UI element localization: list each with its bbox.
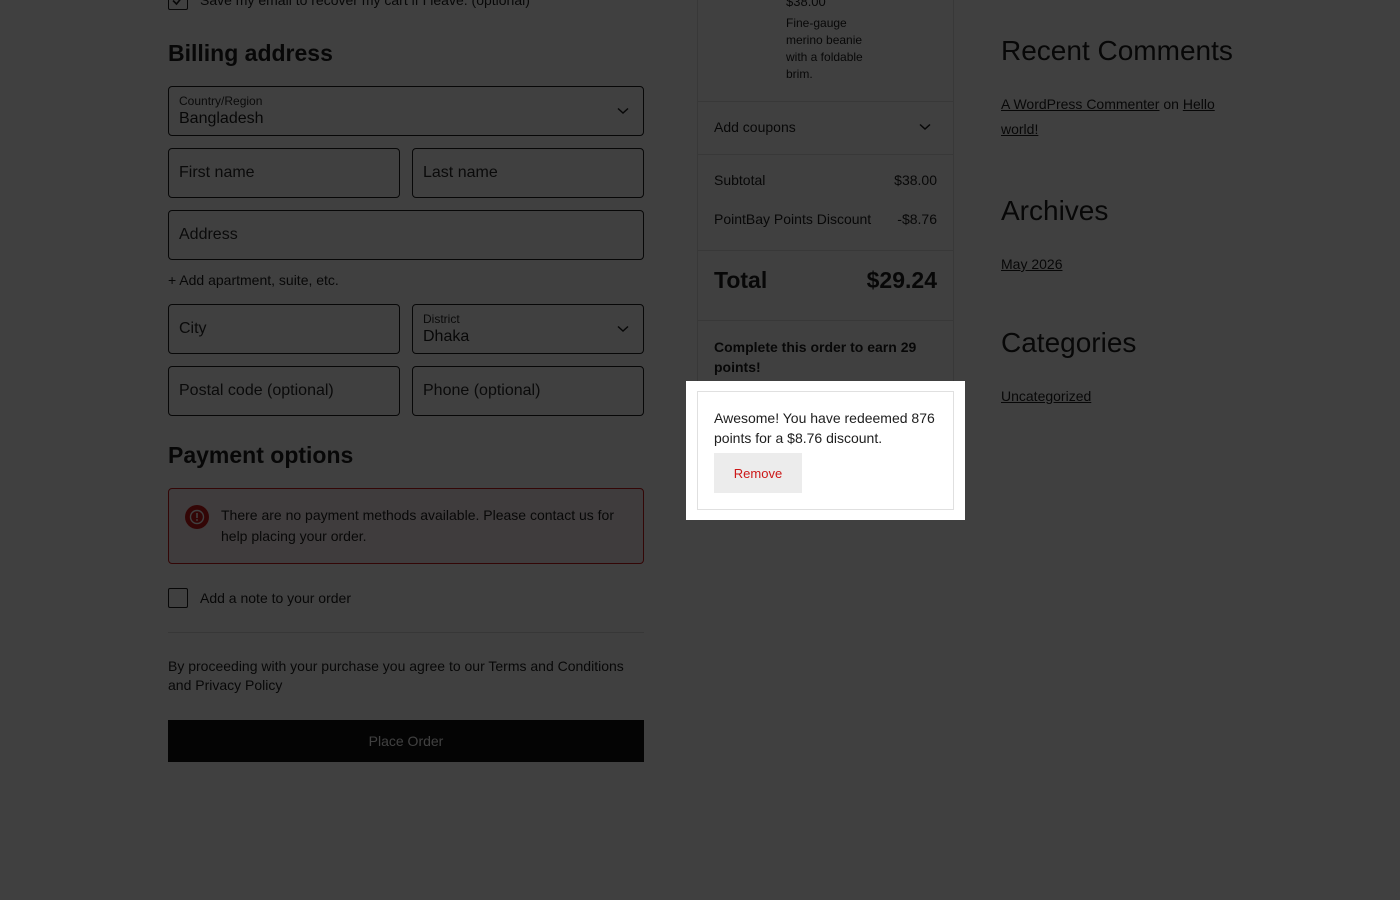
first-name-field[interactable]: First name — [168, 148, 400, 198]
category-link[interactable]: Uncategorized — [1001, 388, 1091, 404]
categories-heading: Categories — [1001, 327, 1137, 358]
archive-item: May 2026 — [1001, 252, 1241, 277]
divider — [698, 101, 953, 102]
divider — [698, 250, 953, 251]
redeem-message: Awesome! You have redeemed 876 points fo… — [714, 410, 935, 446]
checkout-page: Save my email to recover my cart if I le… — [0, 0, 1400, 900]
redeem-highlight: Awesome! You have redeemed 876 points fo… — [686, 381, 965, 520]
add-coupons-label: Add coupons — [714, 119, 796, 135]
postal-code-placeholder: Postal code (optional) — [179, 382, 334, 399]
add-note-row[interactable]: Add a note to your order — [168, 588, 351, 608]
district-value: Dhaka — [423, 328, 470, 345]
last-name-placeholder: Last name — [423, 164, 498, 181]
payment-error-notice: There are no payment methods available. … — [168, 488, 644, 564]
subtotal-row: Subtotal $38.00 — [714, 172, 937, 188]
address-placeholder: Address — [179, 226, 238, 243]
chevron-down-icon — [617, 107, 629, 115]
postal-code-field[interactable]: Postal code (optional) — [168, 366, 400, 416]
first-name-placeholder: First name — [179, 164, 255, 181]
archives-heading: Archives — [1001, 195, 1109, 226]
payment-heading: Payment options — [168, 442, 354, 468]
country-value: Bangladesh — [179, 110, 264, 127]
discount-value: -$8.76 — [897, 211, 937, 227]
country-select[interactable]: Country/Region Bangladesh — [168, 86, 644, 136]
add-apartment-link[interactable]: + Add apartment, suite, etc. — [168, 272, 339, 288]
recent-comments-heading: Recent Comments — [1001, 35, 1233, 66]
subtotal-label: Subtotal — [714, 172, 766, 188]
remove-points-button[interactable]: Remove — [714, 453, 802, 493]
chevron-down-icon — [617, 325, 629, 333]
total-row: Total $29.24 — [714, 267, 937, 294]
phone-placeholder: Phone (optional) — [423, 382, 541, 399]
discount-row: PointBay Points Discount -$8.76 — [714, 211, 937, 227]
divider — [168, 632, 644, 633]
archive-link[interactable]: May 2026 — [1001, 256, 1062, 272]
item-price: $38.00 — [786, 0, 826, 9]
category-item: Uncategorized — [1001, 384, 1241, 409]
district-label: District — [423, 312, 460, 326]
terms-text: By proceeding with your purchase you agr… — [168, 658, 624, 693]
comment-on-text: on — [1163, 96, 1179, 112]
place-order-button[interactable]: Place Order — [168, 720, 644, 762]
phone-field[interactable]: Phone (optional) — [412, 366, 644, 416]
add-note-checkbox[interactable] — [168, 588, 188, 608]
save-email-checkbox[interactable] — [168, 0, 188, 10]
earn-points-message: Complete this order to earn 29 points! — [714, 339, 917, 375]
redeem-notice: Awesome! You have redeemed 876 points fo… — [697, 391, 954, 510]
district-select[interactable]: District Dhaka — [412, 304, 644, 354]
city-placeholder: City — [179, 320, 207, 337]
add-coupons-toggle[interactable]: Add coupons — [714, 119, 937, 135]
comment-author-link[interactable]: A WordPress Commenter — [1001, 96, 1159, 112]
chevron-down-icon — [919, 123, 931, 131]
recent-comment-item: A WordPress Commenter on Hello world! — [1001, 92, 1241, 142]
divider — [698, 320, 953, 321]
city-field[interactable]: City — [168, 304, 400, 354]
payment-error-message: There are no payment methods available. … — [221, 507, 614, 544]
check-icon — [172, 0, 181, 6]
total-label: Total — [714, 267, 768, 293]
add-note-label: Add a note to your order — [200, 590, 351, 606]
subtotal-value: $38.00 — [894, 172, 937, 188]
save-email-row[interactable]: Save my email to recover my cart if I le… — [168, 0, 530, 10]
item-description: Fine-gauge merino beanie with a foldable… — [786, 16, 863, 81]
total-value: $29.24 — [866, 267, 937, 293]
save-email-label: Save my email to recover my cart if I le… — [200, 0, 530, 8]
address-field[interactable]: Address — [168, 210, 644, 260]
discount-label: PointBay Points Discount — [714, 211, 872, 227]
divider — [698, 154, 953, 155]
country-label: Country/Region — [179, 94, 263, 108]
last-name-field[interactable]: Last name — [412, 148, 644, 198]
billing-heading: Billing address — [168, 40, 333, 66]
error-icon — [185, 505, 209, 529]
